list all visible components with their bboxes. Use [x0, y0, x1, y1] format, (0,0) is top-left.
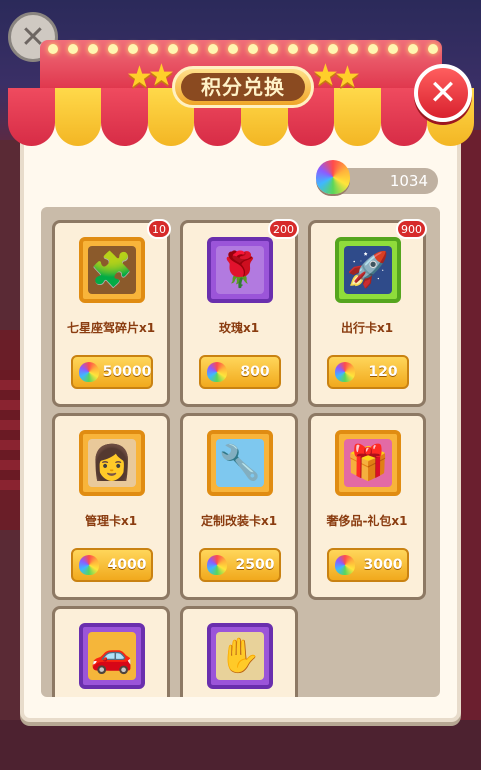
item-name: 七星座驾碎片x1	[66, 321, 156, 335]
close-button[interactable]: ✕	[414, 64, 472, 122]
item-name: 管理卡x1	[84, 514, 138, 528]
tools-card-icon: 🔧	[216, 439, 264, 487]
item-name: 奢侈品-礼包x1	[326, 514, 408, 528]
item-name: 定制改装卡x1	[200, 514, 278, 528]
star-icon: ★	[334, 60, 361, 95]
title-plate: 积分兑换	[172, 66, 314, 108]
stock-badge: 200	[268, 219, 299, 239]
rainbow-gem-icon	[316, 160, 350, 194]
item-name: 玫瑰x1	[218, 321, 260, 335]
rainbow-gem-icon	[335, 555, 355, 575]
item-grid[interactable]: 🧩 10 七星座驾碎片x1 50000 🌹 200 玫瑰x1 800 🚀 900…	[41, 207, 440, 697]
rainbow-gem-icon	[335, 362, 355, 382]
exchange-button[interactable]: 50000	[71, 355, 153, 389]
background-bottom	[0, 720, 481, 770]
exchange-button[interactable]: 2500	[199, 548, 281, 582]
item-price: 800	[240, 364, 270, 380]
travel-card-icon: 🚀	[344, 246, 392, 294]
item-card[interactable]: 🧩 10 七星座驾碎片x1 50000	[52, 219, 171, 407]
rose-icon: 🌹	[216, 246, 264, 294]
item-price: 120	[368, 364, 398, 380]
exchange-button[interactable]: 120	[327, 355, 409, 389]
light-bulbs	[48, 44, 438, 54]
star-icon: ★	[148, 58, 175, 93]
stock-badge: 900	[396, 219, 427, 239]
exchange-button[interactable]: 4000	[71, 548, 153, 582]
page-title: 积分兑换	[181, 73, 305, 101]
car-card-icon: 🚗	[88, 632, 136, 680]
rainbow-gem-icon	[207, 362, 227, 382]
item-card[interactable]: 🌹 200 玫瑰x1 800	[180, 219, 299, 407]
item-card[interactable]: ✋	[180, 606, 298, 697]
rainbow-gem-icon	[207, 555, 227, 575]
points-value: 1034	[389, 172, 428, 190]
close-icon: ✕	[428, 73, 458, 113]
rainbow-gem-icon	[79, 362, 99, 382]
car-puzzle-piece-icon: 🧩	[88, 246, 136, 294]
exchange-button[interactable]: 3000	[327, 548, 409, 582]
points-display: 1034	[316, 160, 438, 194]
item-card[interactable]: 🔧 定制改装卡x1 2500	[180, 413, 298, 600]
item-price: 4000	[107, 557, 147, 573]
item-price: 50000	[102, 364, 152, 380]
item-name: 出行卡x1	[340, 321, 394, 335]
item-card[interactable]: 🎁 奢侈品-礼包x1 3000	[308, 413, 426, 600]
item-price: 2500	[235, 557, 275, 573]
item-card[interactable]: 🚀 900 出行卡x1 120	[308, 219, 427, 407]
item-price: 3000	[363, 557, 403, 573]
item-card[interactable]: 👩 管理卡x1 4000	[52, 413, 170, 600]
exchange-button[interactable]: 800	[199, 355, 281, 389]
item-card[interactable]: 🚗	[52, 606, 170, 697]
hand-coin-icon: ✋	[216, 632, 264, 680]
rainbow-gem-icon	[79, 555, 99, 575]
manager-card-icon: 👩	[88, 439, 136, 487]
stock-badge: 10	[147, 219, 171, 239]
gift-basket-icon: 🎁	[344, 439, 392, 487]
